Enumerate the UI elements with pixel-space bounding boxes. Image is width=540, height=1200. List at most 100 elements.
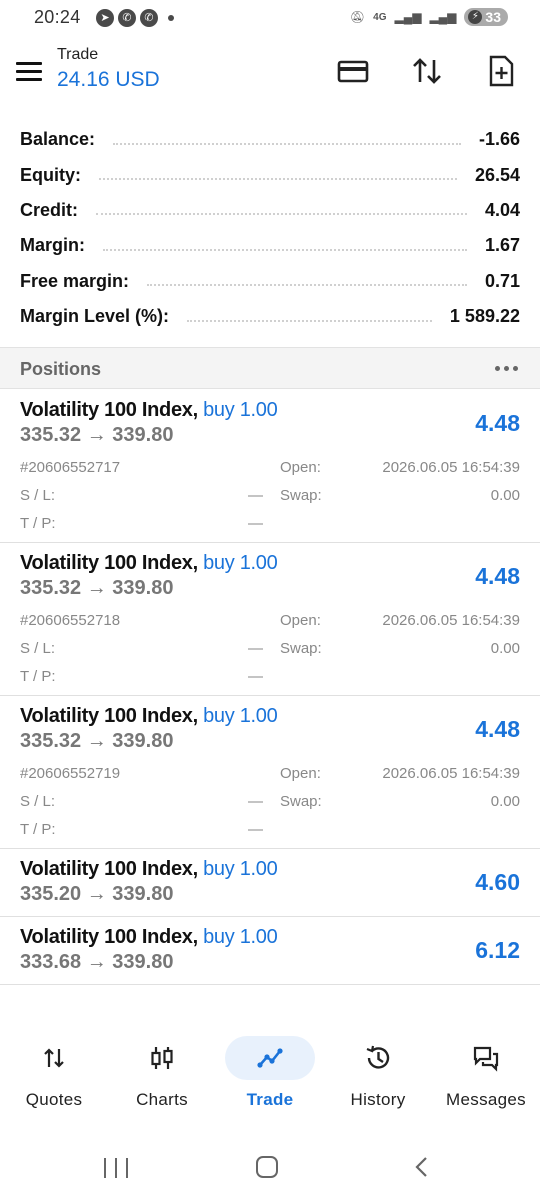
swap-label: Swap:: [280, 487, 322, 504]
nav-charts[interactable]: Charts: [108, 1030, 216, 1120]
position-ticket: #20606552718: [20, 612, 121, 629]
position-type: buy 1.00: [203, 705, 278, 727]
positions-section-header: Positions: [0, 347, 540, 389]
tp-value: —: [248, 821, 263, 838]
position-symbol-line: Volatility 100 Index, buy 1.00: [20, 858, 278, 881]
position-symbol-line: Volatility 100 Index, buy 1.00: [20, 552, 278, 575]
open-label: Open:: [280, 765, 321, 782]
position-prices: 335.32 → 339.80: [20, 730, 174, 752]
page-title: Trade: [57, 46, 99, 63]
sl-value: —: [248, 487, 263, 504]
summary-label: Free margin:: [20, 270, 130, 291]
whatsapp-business-icon: ✆: [140, 9, 158, 27]
nav-history[interactable]: History: [324, 1030, 432, 1120]
messages-icon: [441, 1036, 531, 1080]
signal-icon: ▂▄▆: [394, 10, 422, 24]
nav-label: Messages: [446, 1090, 526, 1109]
leader-dots: [187, 312, 432, 322]
positions-title: Positions: [20, 359, 102, 379]
position-type: buy 1.00: [203, 552, 278, 574]
charging-icon: ⚡: [468, 10, 483, 24]
nav-label: Charts: [136, 1090, 188, 1109]
swap-value: 0.00: [490, 487, 520, 504]
position-profit: 4.48: [475, 716, 520, 742]
sl-label: S / L:: [20, 487, 56, 504]
system-status-icons: 🔕︎ 4G ▂▄▆ ▂▄▆ ⚡ 33: [350, 8, 508, 26]
leader-dots: [113, 135, 461, 145]
position-ticket: #20606552719: [20, 765, 121, 782]
more-options-icon[interactable]: [495, 366, 518, 371]
summary-label: Balance:: [20, 129, 96, 150]
summary-label: Credit:: [20, 199, 78, 220]
position-type: buy 1.00: [203, 858, 278, 880]
account-balance: 24.16 USD: [57, 68, 160, 91]
position-symbol: Volatility 100 Index,: [20, 926, 198, 948]
leader-dots: [99, 170, 457, 181]
system-navigation-bar: [0, 1140, 540, 1200]
nav-trade[interactable]: Trade: [216, 1030, 324, 1120]
nav-messages[interactable]: Messages: [432, 1030, 540, 1120]
summary-value: 1.67: [484, 235, 520, 256]
back-icon[interactable]: [410, 1155, 434, 1179]
nav-label: Quotes: [25, 1090, 83, 1109]
summary-row-credit: Credit: 4.04: [0, 193, 540, 228]
title-block: Trade 24.16 USD: [57, 46, 160, 92]
summary-label: Margin:: [20, 235, 85, 256]
charts-icon: [117, 1036, 207, 1080]
position-profit: 4.60: [475, 869, 520, 895]
open-time: 2026.06.05 16:54:39: [382, 612, 520, 629]
position-item[interactable]: Volatility 100 Index, buy 1.00 335.20 → …: [0, 849, 540, 917]
recent-apps-icon[interactable]: [104, 1158, 128, 1178]
deposit-card-icon[interactable]: [336, 54, 370, 88]
tp-label: T / P:: [20, 668, 56, 685]
toolbar-actions: [336, 54, 518, 88]
summary-row-balance: Balance: -1.66: [0, 122, 540, 157]
position-prices: 335.32 → 339.80: [20, 424, 174, 446]
signal-icon-2: ▂▄▆: [429, 10, 457, 24]
open-time: 2026.06.05 16:54:39: [382, 459, 520, 476]
trade-icon: [225, 1036, 315, 1080]
summary-value: 26.54: [474, 164, 520, 185]
battery-indicator: ⚡ 33: [464, 8, 508, 26]
position-item[interactable]: Volatility 100 Index, buy 1.00 335.32 → …: [0, 696, 540, 849]
swap-value: 0.00: [490, 793, 520, 810]
summary-value: -1.66: [478, 129, 520, 150]
position-item[interactable]: Volatility 100 Index, buy 1.00 335.32 → …: [0, 390, 540, 543]
position-symbol: Volatility 100 Index,: [20, 858, 198, 880]
open-label: Open:: [280, 459, 321, 476]
position-type: buy 1.00: [203, 926, 278, 948]
position-profit: 4.48: [475, 410, 520, 436]
notification-icons: ➤ ✆ ✆: [96, 9, 174, 27]
tp-value: —: [248, 515, 263, 532]
nav-quotes[interactable]: Quotes: [0, 1030, 108, 1120]
position-symbol: Volatility 100 Index,: [20, 705, 198, 727]
status-time: 20:24: [34, 7, 81, 27]
summary-row-free-margin: Free margin: 0.71: [0, 264, 540, 299]
sort-icon[interactable]: [410, 54, 444, 88]
position-prices: 335.20 → 339.80: [20, 883, 174, 905]
history-icon: [333, 1036, 423, 1080]
mute-icon: 🔕︎: [349, 10, 366, 24]
open-label: Open:: [280, 612, 321, 629]
summary-label: Equity:: [20, 164, 81, 185]
swap-label: Swap:: [280, 640, 322, 657]
nav-label: History: [350, 1090, 406, 1109]
summary-label: Margin Level (%):: [20, 306, 170, 327]
telegram-icon: ➤: [96, 9, 114, 27]
position-item[interactable]: Volatility 100 Index, buy 1.00 335.32 → …: [0, 543, 540, 696]
more-notifications-icon: [168, 15, 174, 21]
new-order-icon[interactable]: [484, 54, 518, 88]
summary-row-margin-level: Margin Level (%): 1 589.22: [0, 299, 540, 334]
position-item[interactable]: Volatility 100 Index, buy 1.00 333.68 → …: [0, 917, 540, 985]
position-symbol-line: Volatility 100 Index, buy 1.00: [20, 705, 278, 728]
position-prices: 333.68 → 339.80: [20, 951, 174, 973]
whatsapp-icon: ✆: [118, 9, 136, 27]
home-icon[interactable]: [256, 1156, 278, 1178]
summary-value: 4.04: [484, 199, 520, 220]
account-summary: Balance: -1.66 Equity: 26.54 Credit: 4.0…: [0, 122, 540, 334]
position-symbol-line: Volatility 100 Index, buy 1.00: [20, 926, 278, 949]
hamburger-menu-icon[interactable]: [16, 62, 42, 82]
quotes-icon: [9, 1036, 99, 1080]
swap-label: Swap:: [280, 793, 322, 810]
network-type: 4G: [373, 11, 387, 23]
